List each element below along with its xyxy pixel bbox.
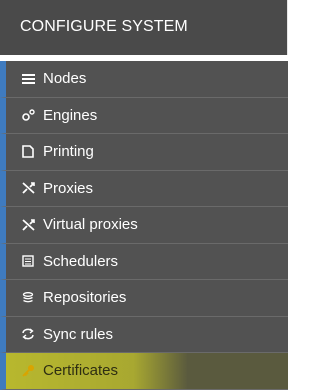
menu-item-label: Certificates bbox=[43, 362, 119, 380]
panel-right-edge bbox=[288, 0, 296, 387]
menu-item-sync-rules[interactable]: Sync rules bbox=[0, 316, 288, 353]
menu-item-label: Printing bbox=[43, 143, 94, 161]
configure-system-panel: CONFIGURE SYSTEM Nodes Engines Printing bbox=[0, 0, 296, 390]
repositories-icon bbox=[21, 291, 35, 305]
certificates-icon bbox=[21, 364, 35, 378]
virtual-proxies-icon bbox=[21, 218, 35, 232]
menu-item-label: Proxies bbox=[43, 179, 94, 197]
printing-icon bbox=[21, 145, 35, 159]
menu-item-label: Engines bbox=[43, 106, 98, 124]
panel-title: CONFIGURE SYSTEM bbox=[20, 18, 188, 35]
menu-item-label: Virtual proxies bbox=[43, 216, 138, 234]
menu-item-label: Sync rules bbox=[43, 325, 114, 343]
nodes-icon bbox=[21, 72, 35, 86]
menu-item-printing[interactable]: Printing bbox=[0, 134, 288, 171]
menu-item-engines[interactable]: Engines bbox=[0, 97, 288, 134]
menu-item-repositories[interactable]: Repositories bbox=[0, 280, 288, 317]
menu-item-label: Nodes bbox=[43, 70, 87, 88]
menu-item-virtual-proxies[interactable]: Virtual proxies bbox=[0, 207, 288, 244]
menu-item-schedulers[interactable]: Schedulers bbox=[0, 243, 288, 280]
menu-item-nodes[interactable]: Nodes bbox=[0, 61, 288, 98]
panel-header: CONFIGURE SYSTEM bbox=[0, 0, 288, 55]
menu-item-label: Repositories bbox=[43, 289, 127, 307]
menu-list: Nodes Engines Printing Proxies Virtual p bbox=[0, 61, 288, 390]
menu-item-label: Schedulers bbox=[43, 252, 119, 270]
proxies-icon bbox=[21, 181, 35, 195]
sync-rules-icon bbox=[21, 327, 35, 341]
engines-icon bbox=[21, 108, 35, 122]
schedulers-icon bbox=[21, 254, 35, 268]
menu-item-certificates[interactable]: Certificates bbox=[0, 353, 288, 390]
menu-item-proxies[interactable]: Proxies bbox=[0, 170, 288, 207]
